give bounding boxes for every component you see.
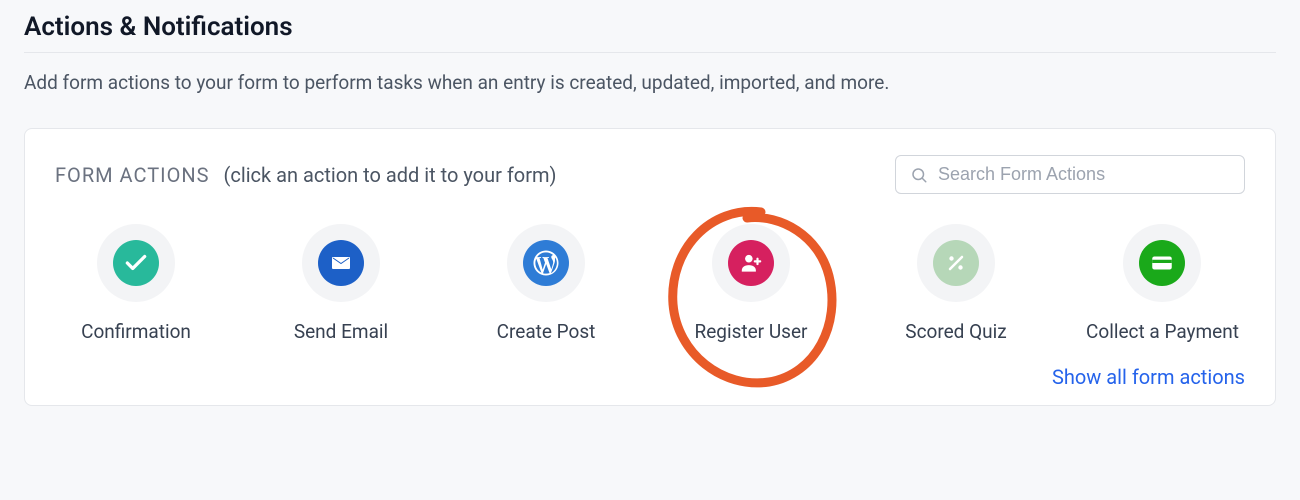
panel-header: FORM ACTIONS (click an action to add it … bbox=[55, 155, 1245, 194]
action-label: Register User bbox=[695, 320, 808, 343]
icon-bg bbox=[302, 224, 380, 302]
action-label: Send Email bbox=[294, 320, 388, 343]
panel-header-left: FORM ACTIONS (click an action to add it … bbox=[55, 163, 557, 187]
action-send-email[interactable]: Send Email bbox=[266, 224, 416, 343]
form-actions-panel: FORM ACTIONS (click an action to add it … bbox=[24, 128, 1276, 406]
panel-hint: (click an action to add it to your form) bbox=[224, 163, 557, 187]
icon-bg bbox=[917, 224, 995, 302]
action-create-post[interactable]: Create Post bbox=[471, 224, 621, 343]
panel-label: FORM ACTIONS bbox=[55, 163, 210, 187]
action-label: Scored Quiz bbox=[905, 320, 1006, 343]
card-icon bbox=[1139, 240, 1185, 286]
user-add-icon bbox=[728, 240, 774, 286]
action-collect-payment[interactable]: Collect a Payment bbox=[1086, 224, 1239, 343]
wordpress-icon bbox=[523, 240, 569, 286]
action-register-user[interactable]: Register User bbox=[676, 224, 826, 343]
show-all-link[interactable]: Show all form actions bbox=[1052, 365, 1245, 389]
page-title: Actions & Notifications bbox=[24, 12, 1276, 53]
icon-bg bbox=[507, 224, 585, 302]
panel-footer: Show all form actions bbox=[55, 365, 1245, 389]
mail-icon bbox=[318, 240, 364, 286]
action-label: Confirmation bbox=[81, 320, 191, 343]
action-confirmation[interactable]: Confirmation bbox=[61, 224, 211, 343]
search-icon bbox=[910, 166, 928, 184]
icon-bg bbox=[1123, 224, 1201, 302]
check-icon bbox=[113, 240, 159, 286]
action-label: Create Post bbox=[497, 320, 596, 343]
icon-bg bbox=[712, 224, 790, 302]
page-description: Add form actions to your form to perform… bbox=[24, 71, 1276, 94]
action-scored-quiz[interactable]: Scored Quiz bbox=[881, 224, 1031, 343]
percent-icon bbox=[933, 240, 979, 286]
icon-bg bbox=[97, 224, 175, 302]
actions-row: Confirmation Send Email Create Post bbox=[55, 224, 1245, 343]
search-input[interactable] bbox=[938, 164, 1230, 185]
action-label: Collect a Payment bbox=[1086, 320, 1239, 343]
search-box[interactable] bbox=[895, 155, 1245, 194]
